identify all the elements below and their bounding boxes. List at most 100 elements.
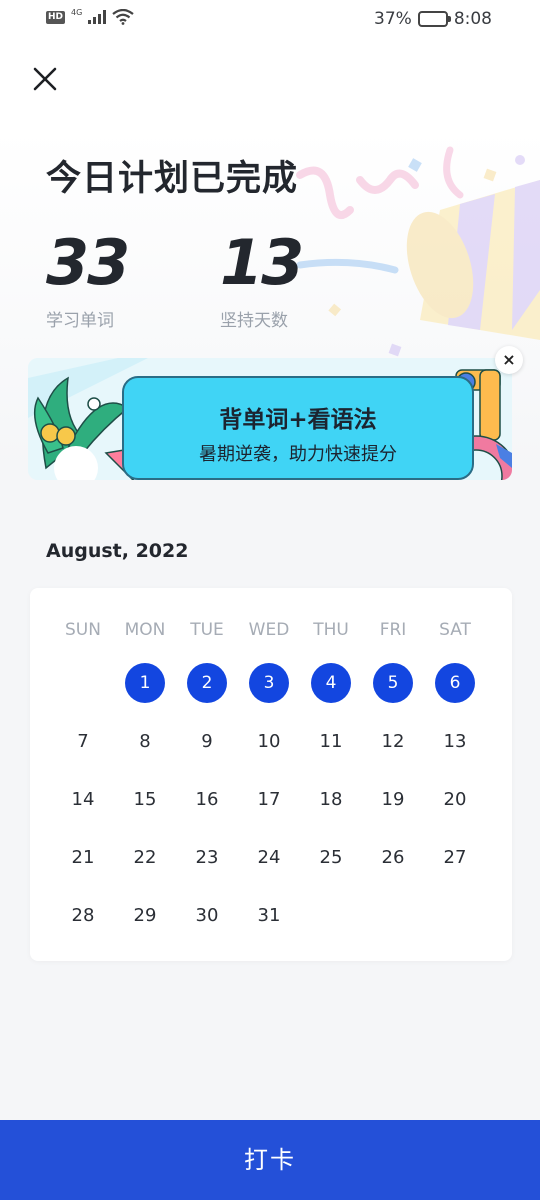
day-number: 24 (257, 846, 281, 868)
day-number: 15 (133, 788, 157, 810)
clock: 8:08 (453, 9, 492, 29)
day-number: 7 (77, 730, 89, 752)
stat-value: 13 (220, 226, 304, 299)
day-number: 5 (373, 663, 413, 703)
day-number: 20 (443, 788, 467, 810)
stat-label: 学习单词 (46, 311, 114, 331)
screen: HD 4G 37% 8:08 今日计划已完成 33 学习单词 13 坚持天数 背… (0, 0, 540, 1200)
day-number: 27 (443, 846, 467, 868)
status-bar: HD 4G 37% 8:08 (0, 0, 540, 40)
day-number: 8 (139, 730, 151, 752)
calendar-day-checked[interactable]: 5 (362, 654, 424, 712)
calendar-day-checked[interactable]: 2 (176, 654, 238, 712)
calendar-day-checked[interactable]: 6 (424, 654, 486, 712)
status-left: HD 4G (46, 7, 134, 25)
calendar-day[interactable]: 10 (238, 712, 300, 770)
checkin-button[interactable]: 打卡 (0, 1120, 540, 1200)
status-right: 37% 8:08 (374, 9, 492, 29)
close-icon (33, 67, 57, 91)
month-label: August, 2022 (46, 540, 189, 562)
calendar-day[interactable]: 31 (238, 886, 300, 944)
day-number: 4 (311, 663, 351, 703)
stat-words: 33 学习单词 (46, 226, 130, 332)
day-number: 1 (125, 663, 165, 703)
day-number: 31 (257, 904, 281, 926)
day-number: 9 (201, 730, 213, 752)
page-title: 今日计划已完成 (46, 159, 299, 199)
day-number: 12 (381, 730, 405, 752)
banner-message: 背单词+看语法 暑期逆袭，助力快速提分 (122, 376, 474, 480)
banner-subtitle: 暑期逆袭，助力快速提分 (199, 444, 397, 465)
day-number: 21 (71, 846, 95, 868)
day-number: 25 (319, 846, 343, 868)
calendar-day[interactable]: 15 (114, 770, 176, 828)
calendar-day[interactable]: 23 (176, 828, 238, 886)
day-number: 28 (71, 904, 95, 926)
day-number: 2 (187, 663, 227, 703)
day-number: 11 (319, 730, 343, 752)
network-label: 4G (71, 7, 83, 17)
calendar-day[interactable]: 25 (300, 828, 362, 886)
day-number: 6 (435, 663, 475, 703)
day-number: 29 (133, 904, 157, 926)
calendar-day[interactable]: 22 (114, 828, 176, 886)
day-number: 18 (319, 788, 343, 810)
calendar-day[interactable]: 14 (52, 770, 114, 828)
day-number: 10 (257, 730, 281, 752)
day-number: 17 (257, 788, 281, 810)
day-number: 13 (443, 730, 467, 752)
calendar-day[interactable]: 21 (52, 828, 114, 886)
stat-days: 13 坚持天数 (220, 226, 304, 332)
day-number: 26 (381, 846, 405, 868)
battery-percent: 37% (374, 9, 412, 29)
calendar-day[interactable]: 16 (176, 770, 238, 828)
weekday-label: TUE (190, 620, 224, 640)
hd-badge: HD (46, 10, 66, 24)
calendar-days: 1 2 3 4 5 6 7 8 9 10 11 12 13 14 15 16 17 18 19 20 21 22 23 24 2… (52, 654, 486, 944)
weekday-header: SUN MON TUE WED THU FRI SAT (52, 616, 486, 644)
weekday-label: FRI (379, 620, 407, 640)
close-button[interactable] (28, 62, 62, 96)
promo-banner[interactable]: 背单词+看语法 暑期逆袭，助力快速提分 (28, 358, 512, 480)
calendar-day[interactable]: 27 (424, 828, 486, 886)
day-number: 30 (195, 904, 219, 926)
banner-title: 背单词+看语法 (219, 407, 377, 433)
calendar-day[interactable]: 7 (52, 712, 114, 770)
calendar-day-checked[interactable]: 4 (300, 654, 362, 712)
calendar-day[interactable]: 13 (424, 712, 486, 770)
banner-close-button[interactable]: × (495, 346, 523, 374)
calendar-day[interactable]: 30 (176, 886, 238, 944)
stat-value: 33 (46, 226, 130, 299)
calendar-day[interactable]: 11 (300, 712, 362, 770)
calendar-day[interactable]: 29 (114, 886, 176, 944)
calendar-day[interactable]: 9 (176, 712, 238, 770)
weekday-label: SUN (65, 620, 101, 640)
calendar-day[interactable]: 28 (52, 886, 114, 944)
signal-icon (88, 10, 107, 24)
weekday-label: MON (124, 620, 166, 640)
wifi-icon (112, 9, 134, 25)
day-number: 16 (195, 788, 219, 810)
calendar-day[interactable]: 26 (362, 828, 424, 886)
calendar-day[interactable]: 19 (362, 770, 424, 828)
battery-icon (417, 11, 451, 27)
calendar-day[interactable]: 12 (362, 712, 424, 770)
calendar-day[interactable]: 20 (424, 770, 486, 828)
calendar-day[interactable]: 17 (238, 770, 300, 828)
calendar-day[interactable]: 8 (114, 712, 176, 770)
weekday-label: SAT (439, 620, 471, 640)
checkin-calendar: SUN MON TUE WED THU FRI SAT 1 2 3 4 5 6 7 8 9 10 11 12 13 1… (30, 588, 512, 961)
celebration-illustration (296, 146, 540, 357)
calendar-day[interactable]: 24 (238, 828, 300, 886)
day-number: 22 (133, 846, 157, 868)
stat-label: 坚持天数 (220, 311, 288, 331)
day-number: 14 (71, 788, 95, 810)
empty-day (52, 654, 114, 712)
day-number: 23 (195, 846, 219, 868)
day-number: 19 (381, 788, 405, 810)
calendar-day-checked[interactable]: 1 (114, 654, 176, 712)
weekday-label: THU (313, 620, 349, 640)
day-number: 3 (249, 663, 289, 703)
calendar-day[interactable]: 18 (300, 770, 362, 828)
calendar-day-checked[interactable]: 3 (238, 654, 300, 712)
